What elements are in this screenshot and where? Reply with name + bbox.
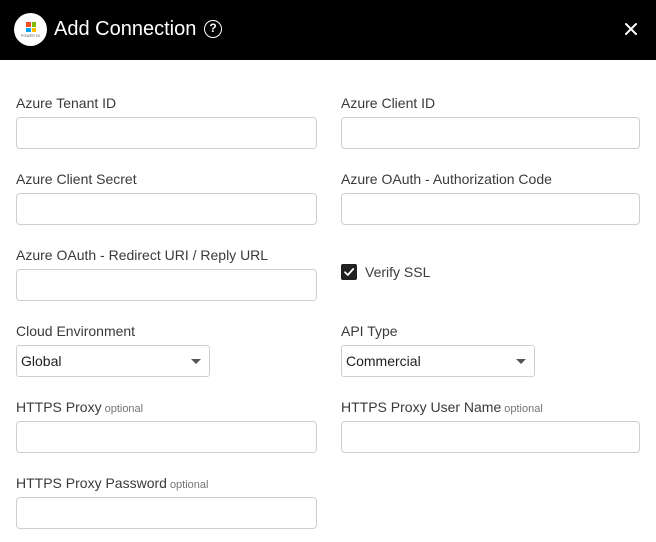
client-id-input[interactable] [341, 117, 640, 149]
help-circle-icon[interactable]: ? [204, 20, 222, 38]
client-id-label: Azure Client ID [341, 95, 436, 111]
client-secret-input[interactable] [16, 193, 317, 225]
tenant-id-label: Azure Tenant ID [16, 95, 117, 111]
proxy-password-label: HTTPS Proxy Password optional [16, 474, 208, 494]
dialog-title: Add Connection [54, 18, 197, 40]
api-type-select[interactable]: Commercial [341, 345, 535, 377]
proxy-user-input[interactable] [341, 421, 640, 453]
optional-tag: optional [169, 479, 209, 491]
auth-code-input[interactable] [341, 193, 640, 225]
optional-tag: optional [504, 403, 543, 415]
power-bi-logo: POWER BI [14, 13, 47, 46]
api-type-value: Commercial [346, 353, 421, 369]
tenant-id-input[interactable] [16, 117, 317, 149]
chevron-down-icon [516, 359, 526, 364]
dialog-header: POWER BI Add Connection ? [0, 0, 656, 60]
redirect-uri-input[interactable] [16, 269, 317, 301]
https-proxy-input[interactable] [16, 421, 317, 453]
redirect-uri-label: Azure OAuth - Redirect URI / Reply URL [16, 247, 269, 263]
auth-code-label: Azure OAuth - Authorization Code [341, 171, 552, 187]
chevron-down-icon [191, 359, 201, 364]
logo-caption: POWER BI [20, 34, 41, 38]
proxy-password-input[interactable] [16, 497, 317, 529]
proxy-password-label-text: HTTPS Proxy Password [16, 475, 167, 491]
optional-tag: optional [104, 403, 144, 415]
verify-ssl-label[interactable]: Verify SSL [365, 263, 430, 281]
windows-logo-icon [26, 22, 36, 32]
https-proxy-label-text: HTTPS Proxy [16, 399, 102, 415]
close-icon[interactable] [622, 20, 640, 38]
api-type-label: API Type [341, 323, 398, 339]
check-icon [344, 268, 355, 276]
client-secret-label: Azure Client Secret [16, 171, 137, 187]
cloud-env-select[interactable]: Global [16, 345, 210, 377]
proxy-user-label: HTTPS Proxy User Name optional [341, 398, 543, 418]
verify-ssl-checkbox[interactable] [341, 264, 357, 280]
cloud-env-label: Cloud Environment [16, 323, 136, 339]
https-proxy-label: HTTPS Proxy optional [16, 398, 143, 418]
proxy-user-label-text: HTTPS Proxy User Name [341, 399, 502, 415]
cloud-env-value: Global [21, 353, 62, 369]
